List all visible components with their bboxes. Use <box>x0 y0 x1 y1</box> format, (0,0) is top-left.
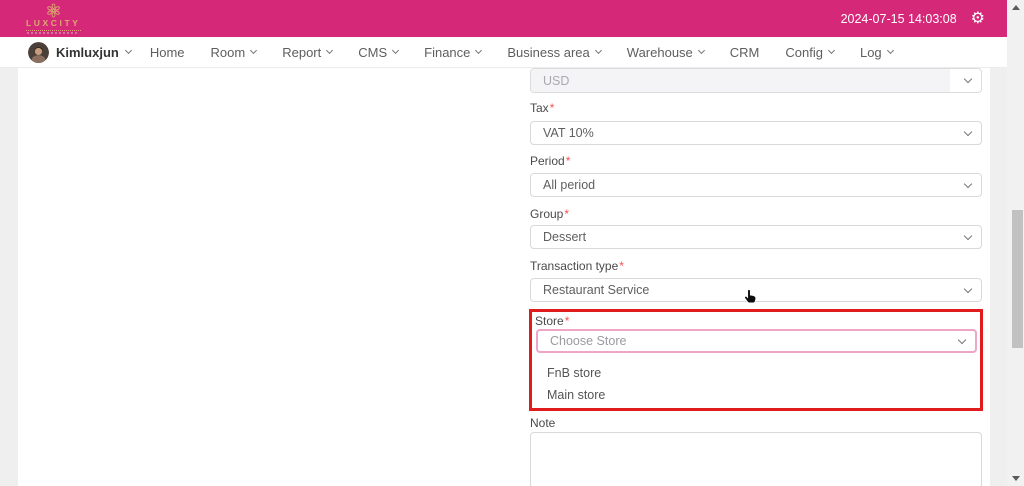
required-asterisk: * <box>619 259 624 273</box>
chevron-down-icon <box>595 47 602 54</box>
period-select-value: All period <box>543 178 965 192</box>
chevron-down-icon <box>125 47 132 54</box>
nav-item-room[interactable]: Room <box>198 45 270 60</box>
chevron-down-icon <box>828 47 835 54</box>
nav-item-config[interactable]: Config <box>772 45 847 60</box>
nav-item-finance[interactable]: Finance <box>411 45 494 60</box>
user-avatar <box>28 42 49 63</box>
chevron-down-icon <box>250 47 257 54</box>
tax-select-value: VAT 10% <box>543 126 965 140</box>
chevron-down-icon <box>887 47 894 54</box>
main-navbar: Kimluxjun Home Room Report CMS Finance B… <box>0 37 1007 68</box>
scrollbar-up-arrow[interactable] <box>1007 0 1024 15</box>
nav-item-home[interactable]: Home <box>137 45 198 60</box>
field-label-note: Note <box>530 416 555 430</box>
field-label-tax: Tax* <box>530 101 554 115</box>
required-asterisk: * <box>566 154 571 168</box>
chevron-down-icon <box>326 47 333 54</box>
chevron-down-icon <box>958 335 966 343</box>
field-label-group: Group* <box>530 207 569 221</box>
field-label-transaction-type: Transaction type* <box>530 259 624 273</box>
chevron-down-icon <box>964 75 972 83</box>
flower-logo-icon <box>46 3 61 18</box>
chevron-down-icon <box>698 47 705 54</box>
note-textarea[interactable] <box>530 432 982 486</box>
chevron-down-icon <box>392 47 399 54</box>
chevron-down-icon <box>964 231 972 239</box>
triangle-up-icon <box>1012 5 1020 10</box>
store-select-placeholder: Choose Store <box>550 334 959 348</box>
chevron-down-icon <box>475 47 482 54</box>
app-screen: LUXCITY 2024-07-15 14:03:08 ⚙ Kimluxjun … <box>0 0 1024 486</box>
store-option-fnb[interactable]: FnB store <box>533 362 979 384</box>
user-menu[interactable]: Kimluxjun <box>28 42 131 63</box>
transaction-type-select-value: Restaurant Service <box>543 283 965 297</box>
triangle-down-icon <box>1012 476 1020 481</box>
transaction-type-select[interactable]: Restaurant Service <box>530 278 982 302</box>
currency-select: USD <box>530 68 982 93</box>
chevron-down-icon <box>964 179 972 187</box>
field-label-store: Store* <box>535 314 569 328</box>
topbar: LUXCITY 2024-07-15 14:03:08 ⚙ <box>0 0 1007 37</box>
required-asterisk: * <box>565 314 570 328</box>
brand-name: LUXCITY <box>26 19 81 31</box>
nav-item-business-area[interactable]: Business area <box>494 45 613 60</box>
scrollbar-thumb[interactable] <box>1012 210 1023 348</box>
datetime-display: 2024-07-15 14:03:08 <box>841 12 957 26</box>
brand-tagline <box>27 32 79 34</box>
nav-item-warehouse[interactable]: Warehouse <box>614 45 717 60</box>
nav-item-log[interactable]: Log <box>847 45 906 60</box>
nav-items: Home Room Report CMS Finance Business ar… <box>137 45 906 60</box>
currency-select-value: USD <box>531 74 965 88</box>
group-select[interactable]: Dessert <box>530 225 982 249</box>
nav-item-cms[interactable]: CMS <box>345 45 411 60</box>
store-select[interactable]: Choose Store <box>536 329 977 353</box>
scrollbar-down-arrow[interactable] <box>1007 471 1024 486</box>
brand-logo[interactable]: LUXCITY <box>26 3 81 34</box>
chevron-down-icon <box>964 284 972 292</box>
vertical-scrollbar[interactable] <box>1007 0 1024 486</box>
field-label-period: Period* <box>530 154 570 168</box>
period-select[interactable]: All period <box>530 173 982 197</box>
required-asterisk: * <box>564 207 569 221</box>
group-select-value: Dessert <box>543 230 965 244</box>
store-option-main[interactable]: Main store <box>533 384 979 406</box>
chevron-down-icon <box>964 127 972 135</box>
nav-item-report[interactable]: Report <box>269 45 345 60</box>
tax-select[interactable]: VAT 10% <box>530 121 982 145</box>
required-asterisk: * <box>550 101 555 115</box>
nav-item-crm[interactable]: CRM <box>717 45 773 60</box>
user-name: Kimluxjun <box>56 45 119 60</box>
settings-gear-icon[interactable]: ⚙ <box>971 11 985 27</box>
topbar-right: 2024-07-15 14:03:08 ⚙ <box>841 11 985 27</box>
